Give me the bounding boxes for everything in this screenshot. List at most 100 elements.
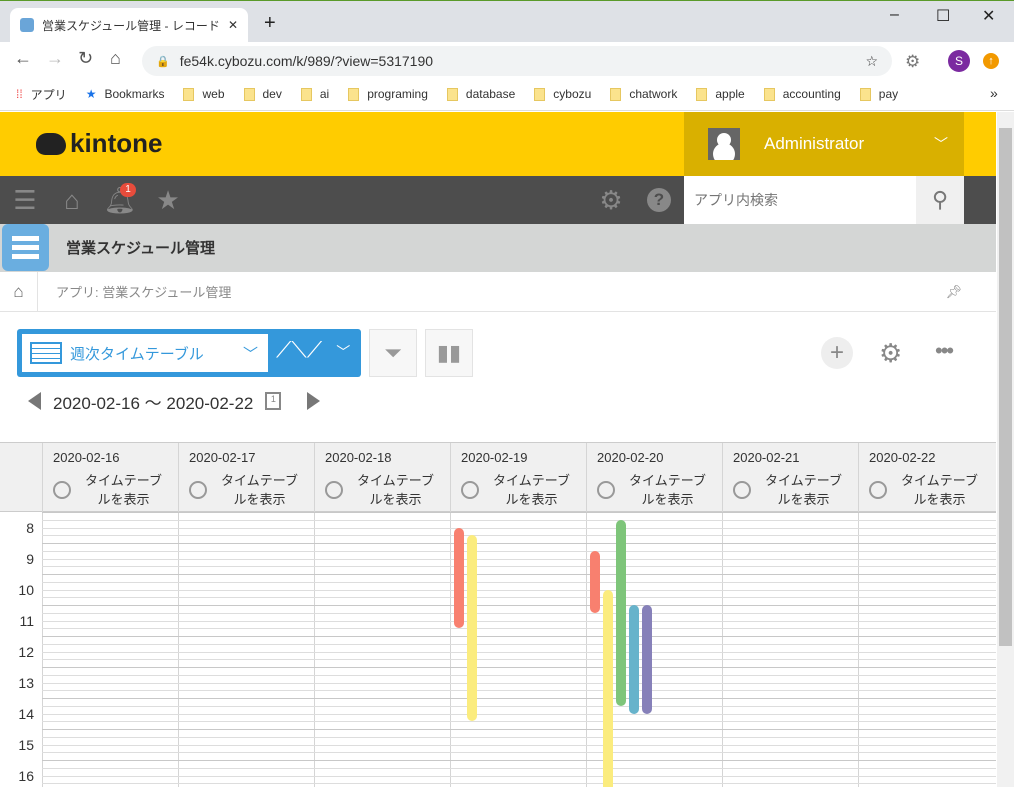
date-range: 2020-02-16 〜 2020-02-22	[53, 393, 254, 413]
notification-badge: 1	[120, 183, 136, 197]
lock-icon: 🔒	[156, 55, 170, 68]
show-timetable-link[interactable]: タイムテーブ ルを表示	[461, 471, 576, 509]
bookmark-3[interactable]: dev	[243, 87, 282, 101]
day-header: 2020-02-21 タイムテーブ ルを表示	[722, 443, 858, 512]
graph-menu-button[interactable]: ⟋⟍⟋ ﹀	[276, 337, 350, 363]
calendar-icon[interactable]: 1	[265, 392, 282, 410]
day-date: 2020-02-18	[325, 450, 392, 465]
next-week-button[interactable]	[307, 392, 321, 410]
favorites-star-icon[interactable]: ★	[148, 176, 188, 224]
show-timetable-link[interactable]: タイムテーブ ルを表示	[733, 471, 848, 509]
schedule-event-bar[interactable]	[642, 605, 652, 714]
clock-icon	[53, 481, 71, 499]
bookmark-label: ai	[319, 87, 330, 101]
bookmark-1[interactable]: ★ Bookmarks	[86, 87, 165, 101]
clock-icon	[733, 481, 751, 499]
grid-line	[42, 705, 996, 707]
bookmark-4[interactable]: ai	[300, 87, 330, 101]
help-icon[interactable]: ?	[639, 176, 679, 224]
scrollbar-thumb[interactable]	[999, 128, 1012, 646]
bar-chart-icon: ▮▮	[436, 340, 462, 365]
home-icon[interactable]: ⌂	[110, 48, 121, 69]
profile-avatar[interactable]: S	[948, 50, 970, 72]
bookmark-8[interactable]: chatwork	[610, 87, 677, 101]
app-settings-gear-icon[interactable]: ⚙	[879, 338, 902, 369]
extension-icon[interactable]: ⚙	[905, 52, 920, 72]
clock-icon	[461, 481, 479, 499]
bookmark-10[interactable]: accounting	[763, 87, 841, 101]
browser-tab[interactable]: 営業スケジュール管理 - レコードの一覧 ✕	[10, 8, 248, 42]
show-timetable-link[interactable]: タイムテーブ ルを表示	[325, 471, 440, 509]
grid-line	[42, 674, 996, 676]
app-search-input[interactable]	[684, 176, 916, 224]
bookmark-7[interactable]: cybozu	[534, 87, 591, 101]
url-text: fe54k.cybozu.com/k/989/?view=5317190	[179, 53, 434, 69]
more-bookmarks-icon[interactable]: »	[990, 85, 998, 101]
schedule-event-bar[interactable]	[616, 519, 626, 706]
schedule-event-bar[interactable]	[590, 550, 600, 613]
filter-button[interactable]: ⏷	[369, 329, 417, 377]
label-line: ルを表示	[97, 492, 150, 507]
grid-line	[42, 566, 996, 568]
previous-week-button[interactable]	[28, 392, 41, 410]
bookmark-11[interactable]: pay	[859, 87, 898, 101]
chart-button[interactable]: ▮▮	[425, 329, 473, 377]
close-tab-icon[interactable]: ✕	[228, 18, 238, 32]
label-line: タイムテーブ	[765, 473, 842, 488]
show-timetable-label: タイムテーブ ルを表示	[487, 471, 576, 509]
breadcrumb-app-link[interactable]: アプリ: 営業スケジュール管理	[56, 282, 231, 301]
clock-icon	[869, 481, 887, 499]
minimize-button[interactable]: –	[890, 6, 899, 24]
back-icon[interactable]: ←	[14, 48, 32, 69]
bookmark-6[interactable]: database	[446, 87, 515, 101]
label-line: タイムテーブ	[629, 473, 706, 488]
show-timetable-link[interactable]: タイムテーブ ルを表示	[189, 471, 304, 509]
schedule-event-bar[interactable]	[467, 535, 477, 722]
schedule-event-bar[interactable]	[454, 527, 464, 629]
show-timetable-link[interactable]: タイムテーブ ルを表示	[53, 471, 168, 509]
update-icon[interactable]: ↑	[983, 53, 999, 69]
show-timetable-label: タイムテーブ ルを表示	[79, 471, 168, 509]
grid-line	[42, 783, 996, 785]
hour-label: 16	[18, 768, 34, 784]
bookmark-9[interactable]: apple	[696, 87, 745, 101]
bookmark-label: cybozu	[553, 87, 592, 101]
folder-icon	[446, 87, 458, 101]
notification-bell-icon[interactable]: 🔔︎	[100, 176, 140, 224]
schedule-event-bar[interactable]	[629, 605, 639, 714]
folder-icon	[300, 87, 312, 101]
day-header: 2020-02-19 タイムテーブ ルを表示	[450, 443, 586, 512]
star-icon[interactable]: ☆	[865, 53, 878, 70]
bookmark-0[interactable]: ⁞⁞ アプリ	[16, 86, 67, 103]
view-dropdown[interactable]: 週次タイムテーブル ﹀	[22, 334, 268, 372]
new-tab-button[interactable]: +	[264, 12, 276, 35]
show-timetable-link[interactable]: タイムテーブ ルを表示	[869, 471, 984, 509]
folder-icon	[243, 87, 255, 101]
hour-label: 12	[18, 644, 34, 660]
search-button[interactable]: ⚲	[916, 176, 964, 224]
reload-icon[interactable]: ↻	[78, 48, 93, 69]
close-window-button[interactable]: ✕	[982, 6, 995, 26]
schedule-event-bar[interactable]	[603, 589, 613, 787]
more-options-icon[interactable]: •••	[935, 338, 954, 364]
bookmark-2[interactable]: web	[183, 87, 225, 101]
grid-line	[42, 620, 996, 622]
label-line: タイムテーブ	[221, 473, 298, 488]
grid-line	[42, 605, 996, 606]
app-list-icon	[2, 224, 49, 271]
weekly-timetable: 8 9 10 11 12 13 14 15 16 2020-02-16 タイムテーブ ルを表示 20…	[0, 442, 996, 787]
bookmark-5[interactable]: programing	[348, 87, 428, 101]
user-menu[interactable]: Administrator ﹀	[684, 112, 964, 176]
show-timetable-link[interactable]: タイムテーブ ルを表示	[597, 471, 712, 509]
pin-icon[interactable]: 📌︎	[945, 284, 962, 300]
forward-icon[interactable]: →	[46, 48, 64, 69]
address-bar[interactable]: 🔒 fe54k.cybozu.com/k/989/?view=5317190 ☆	[142, 46, 892, 76]
portal-home-icon[interactable]: ⌂	[52, 176, 92, 224]
kintone-logo[interactable]: kintone	[36, 128, 162, 159]
menu-icon[interactable]: ☰	[5, 176, 45, 224]
app-favicon-icon	[20, 18, 34, 32]
breadcrumb-home-icon[interactable]: ⌂	[0, 271, 38, 312]
add-record-button[interactable]: +	[821, 337, 853, 369]
maximize-button[interactable]: ☐	[936, 6, 950, 26]
settings-gear-icon[interactable]: ⚙	[591, 176, 631, 224]
